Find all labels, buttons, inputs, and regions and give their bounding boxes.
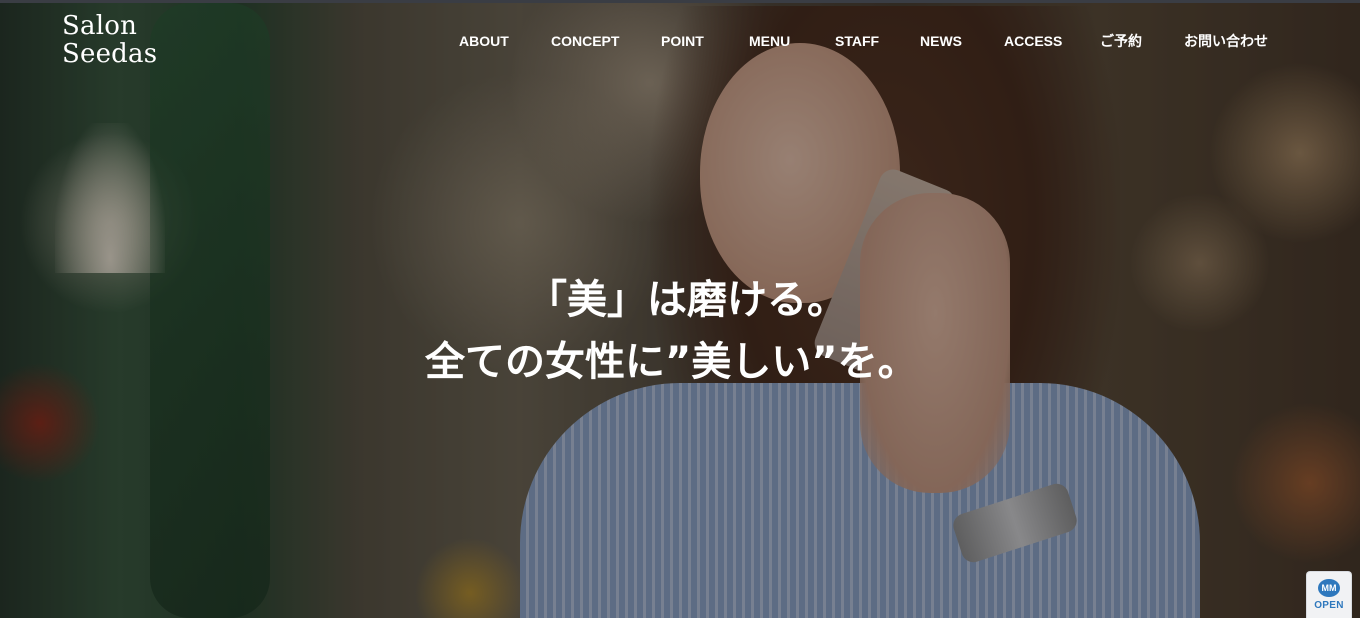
hero-headline-line-2: 全ての女性に”美しい”を。 [425,339,918,385]
open-badge[interactable]: MM OPEN [1306,571,1352,618]
nav-point[interactable]: POINT [661,32,704,50]
logo-line-2: Seedas [62,39,158,69]
nav-staff[interactable]: STAFF [835,32,879,50]
hero-headline-line-1: 「美」は磨ける。 [527,277,847,323]
nav-about[interactable]: ABOUT [459,32,509,50]
site-logo[interactable]: Salon Seedas [62,13,157,67]
nav-concept[interactable]: CONCEPT [551,32,619,50]
logo-line-1: Salon [62,11,138,41]
open-badge-label: OPEN [1314,600,1344,611]
nav-menu[interactable]: MENU [749,32,790,50]
open-badge-icon: MM [1318,579,1340,597]
browser-top-border [0,0,1360,3]
nav-access[interactable]: ACCESS [1004,32,1062,50]
nav-contact[interactable]: お問い合わせ [1184,32,1268,50]
nav-reservation[interactable]: ご予約 [1100,32,1142,50]
nav-news[interactable]: NEWS [920,32,962,50]
